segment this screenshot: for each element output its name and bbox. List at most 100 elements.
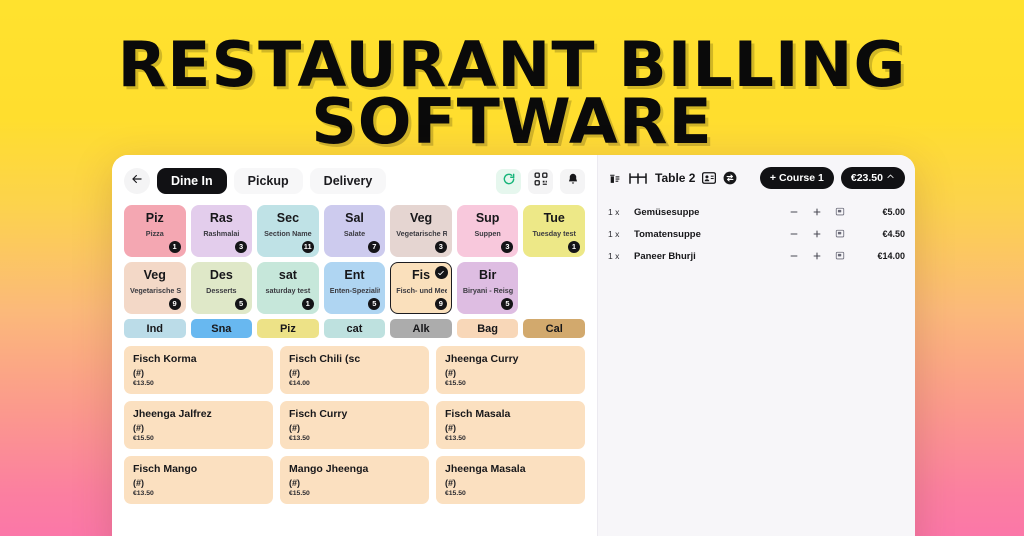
category-tile-veg-4[interactable]: Veg Vegetarische Ro 3 bbox=[390, 205, 452, 257]
product-card[interactable]: Fisch Korma (#) €13.50 bbox=[124, 346, 273, 394]
product-card[interactable]: Fisch Chili (sc (#) €14.00 bbox=[280, 346, 429, 394]
product-card[interactable]: Fisch Mango (#) €13.50 bbox=[124, 456, 273, 504]
order-total-button[interactable]: €23.50 bbox=[840, 167, 905, 189]
category-tile-piz-0[interactable]: Piz Pizza 1 bbox=[124, 205, 186, 257]
category-tile-sal-3[interactable]: Sal Salate 7 bbox=[323, 205, 386, 257]
category-subtitle: Tuesday test bbox=[532, 228, 576, 238]
product-card[interactable]: Fisch Curry (#) €13.50 bbox=[280, 401, 429, 449]
add-course-button[interactable]: + Course 1 bbox=[759, 167, 834, 189]
product-code: (#) bbox=[289, 423, 300, 433]
table-label: Table 2 bbox=[655, 171, 696, 185]
product-card[interactable]: Jheenga Masala (#) €15.50 bbox=[436, 456, 585, 504]
category-chip-sna[interactable]: Sna bbox=[190, 319, 253, 338]
product-price: €15.50 bbox=[289, 490, 310, 497]
customer-card-icon[interactable] bbox=[702, 172, 717, 184]
plus-icon[interactable] bbox=[812, 229, 822, 239]
category-count-badge: 9 bbox=[434, 298, 447, 310]
category-tile-sec-2[interactable]: Sec Section Name 11 bbox=[257, 205, 319, 257]
order-item-price: €14.00 bbox=[877, 251, 905, 261]
category-chip-alk[interactable]: Alk bbox=[390, 319, 452, 338]
order-item-qty: 1 x bbox=[608, 229, 620, 239]
order-item-row[interactable]: 1 x Gemüsesuppe €5.00 bbox=[608, 201, 905, 223]
sync-button[interactable] bbox=[496, 168, 521, 194]
category-grid-row1: Piz Pizza 1 Ras Rashmalai 3 Sec Section Name 11 S… bbox=[120, 205, 589, 257]
product-name: Fisch Curry bbox=[289, 408, 348, 420]
plus-icon[interactable] bbox=[812, 207, 822, 217]
tab-pickup[interactable]: Pickup bbox=[233, 168, 303, 194]
category-tile-tue-6[interactable]: Tue Tuesday test 1 bbox=[523, 205, 585, 257]
tab-delivery[interactable]: Delivery bbox=[309, 168, 387, 194]
order-total-label: €23.50 bbox=[850, 172, 883, 184]
category-tile-bir-5[interactable]: Bir Biryani - Reisg 5 bbox=[456, 262, 519, 314]
category-code: Sec bbox=[276, 211, 300, 225]
category-subtitle: Biryani - Reisg bbox=[462, 285, 514, 295]
product-card[interactable]: Fisch Masala (#) €13.50 bbox=[436, 401, 585, 449]
category-chip-cat[interactable]: cat bbox=[323, 319, 386, 338]
minus-icon[interactable] bbox=[789, 251, 799, 261]
promo-headline: RESTAURANT BILLING SOFTWARE bbox=[0, 34, 1024, 153]
note-icon[interactable] bbox=[835, 251, 845, 261]
category-code: Veg bbox=[409, 211, 433, 225]
category-tile-des-1[interactable]: Des Desserts 5 bbox=[190, 262, 253, 314]
category-count-badge: 1 bbox=[301, 298, 314, 310]
tab-dine-in[interactable]: Dine In bbox=[157, 168, 227, 194]
order-pane: Table 2 + Course 1 €23.50 1 x Gemüsesupp… bbox=[597, 155, 915, 536]
table-seats-icon[interactable] bbox=[628, 171, 648, 186]
category-code: Des bbox=[209, 268, 233, 282]
product-card[interactable]: Jheenga Curry (#) €15.50 bbox=[436, 346, 585, 394]
product-name: Mango Jheenga bbox=[289, 463, 369, 475]
product-card[interactable]: Mango Jheenga (#) €15.50 bbox=[280, 456, 429, 504]
back-button[interactable] bbox=[124, 168, 150, 194]
product-code: (#) bbox=[445, 478, 456, 488]
minus-icon[interactable] bbox=[789, 207, 799, 217]
category-count-badge: 3 bbox=[501, 241, 514, 253]
category-tile-veg-0[interactable]: Veg Vegetarische Sp 9 bbox=[124, 262, 186, 314]
app-window: Dine In Pickup Delivery Piz Pizza 1 Ras … bbox=[112, 155, 915, 536]
product-price: €15.50 bbox=[445, 490, 466, 497]
category-subtitle: Vegetarische Sp bbox=[130, 285, 181, 295]
product-price: €14.00 bbox=[289, 380, 310, 387]
category-chip-cal[interactable]: Cal bbox=[523, 319, 585, 338]
category-code: Sup bbox=[475, 211, 500, 225]
category-grid-row2: Veg Vegetarische Sp 9 Des Desserts 5 sat saturd… bbox=[120, 262, 589, 314]
plus-icon[interactable] bbox=[812, 251, 822, 261]
order-item-price: €5.00 bbox=[882, 207, 905, 217]
minus-icon[interactable] bbox=[789, 229, 799, 239]
category-subtitle: Pizza bbox=[145, 228, 164, 238]
category-subtitle: Rashmalai bbox=[203, 228, 240, 238]
order-item-row[interactable]: 1 x Paneer Bhurji €14.00 bbox=[608, 245, 905, 267]
add-course-label: + Course 1 bbox=[769, 172, 824, 184]
category-count-badge: 3 bbox=[434, 241, 447, 253]
note-icon[interactable] bbox=[835, 207, 845, 217]
category-subtitle: Salate bbox=[343, 228, 366, 238]
category-chip-ind[interactable]: Ind bbox=[124, 319, 186, 338]
order-item-row[interactable]: 1 x Tomatensuppe €4.50 bbox=[608, 223, 905, 245]
note-icon[interactable] bbox=[835, 229, 845, 239]
category-tile-sup-5[interactable]: Sup Suppen 3 bbox=[456, 205, 519, 257]
product-card[interactable]: Jheenga Jalfrez (#) €15.50 bbox=[124, 401, 273, 449]
category-code: Sal bbox=[345, 211, 364, 225]
category-chip-piz[interactable]: Piz bbox=[257, 319, 319, 338]
product-code: (#) bbox=[445, 423, 456, 433]
product-name: Jheenga Curry bbox=[445, 353, 519, 365]
category-subtitle: Suppen bbox=[474, 228, 501, 238]
category-code: Veg bbox=[143, 268, 166, 282]
trash-icon[interactable] bbox=[608, 172, 621, 185]
qr-scan-button[interactable] bbox=[528, 168, 553, 194]
notifications-button[interactable] bbox=[560, 168, 585, 194]
order-item-name: Paneer Bhurji bbox=[634, 250, 696, 262]
transfer-arrows-icon[interactable] bbox=[723, 171, 737, 185]
category-tile-ras-1[interactable]: Ras Rashmalai 3 bbox=[190, 205, 253, 257]
product-price: €15.50 bbox=[445, 380, 466, 387]
category-tile-ent-3[interactable]: Ent Enten-Spezialit 5 bbox=[323, 262, 386, 314]
product-code: (#) bbox=[133, 368, 144, 378]
order-item-actions bbox=[789, 207, 845, 217]
category-tile-fis-4[interactable]: Fis Fisch- und Meer 9 bbox=[390, 262, 452, 314]
category-code: Ras bbox=[209, 211, 233, 225]
category-chip-bag[interactable]: Bag bbox=[456, 319, 519, 338]
arrow-left-icon bbox=[130, 172, 144, 191]
product-code: (#) bbox=[289, 478, 300, 488]
category-tile-sat-2[interactable]: sat saturday test 1 bbox=[257, 262, 319, 314]
category-count-badge: 1 bbox=[568, 241, 580, 253]
product-price: €13.50 bbox=[445, 435, 466, 442]
